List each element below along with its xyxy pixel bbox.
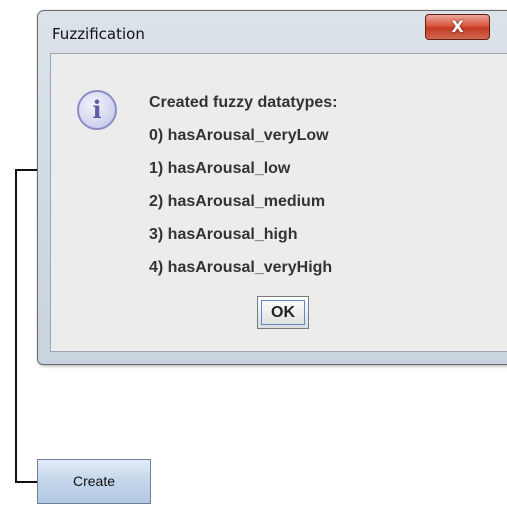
dialog-content: i Created fuzzy datatypes: 0) hasArousal… (50, 53, 507, 352)
message-line: 3) hasArousal_high (149, 226, 298, 243)
message-line: 0) hasArousal_veryLow (149, 127, 329, 144)
message-heading: Created fuzzy datatypes: (149, 94, 338, 111)
fuzzification-dialog: Fuzzification X i Created fuzzy datatype… (37, 10, 507, 365)
ok-button-label: OK (271, 304, 295, 321)
create-button[interactable]: Create (37, 459, 151, 504)
message-line: 1) hasArousal_low (149, 160, 291, 177)
dialog-titlebar[interactable]: Fuzzification X (38, 11, 507, 53)
ok-button[interactable]: OK (257, 296, 309, 329)
close-icon: X (451, 17, 464, 36)
create-button-label: Create (72, 473, 116, 489)
information-icon-glyph: i (92, 95, 102, 124)
message-line: 4) hasArousal_veryHigh (149, 259, 333, 276)
information-icon: i (77, 90, 117, 130)
dialog-clip: Fuzzification X i Created fuzzy datatype… (0, 0, 507, 507)
close-button[interactable]: X (425, 14, 490, 40)
dialog-title: Fuzzification (52, 25, 145, 43)
message-line: 2) hasArousal_medium (149, 193, 326, 210)
screen: Fuzzification X i Created fuzzy datatype… (0, 0, 507, 507)
